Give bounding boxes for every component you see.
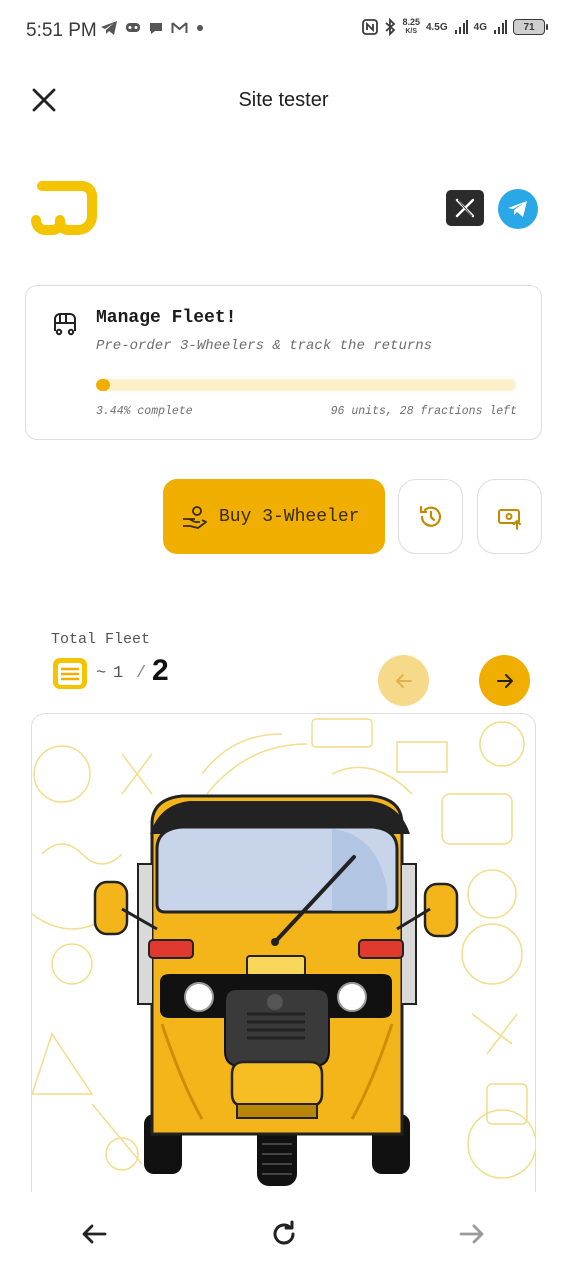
bluetooth-icon [385, 18, 396, 36]
progress-fill [96, 379, 111, 391]
fleet-total: 2 [152, 654, 169, 687]
x-logo-icon [455, 198, 475, 218]
net-speed: 8.25 K/S [402, 18, 420, 36]
net-speed-unit: K/S [405, 28, 418, 35]
fleet-separator: / [136, 664, 147, 683]
app-logo-icon [31, 181, 97, 235]
arrow-left-icon [395, 673, 412, 688]
withdraw-button[interactable] [477, 479, 542, 554]
signal-1-icon [454, 20, 468, 34]
back-arrow-icon[interactable] [78, 1218, 110, 1250]
battery-indicator: 71 [513, 19, 548, 35]
status-right-group: 8.25 K/S 4.5G 4G 71 [362, 18, 548, 36]
three-wheeler-illustration [32, 718, 535, 1186]
more-notifications-dot-icon [197, 25, 203, 31]
arrow-right-icon [496, 673, 513, 688]
next-vehicle-button[interactable] [479, 655, 530, 706]
remaining-text: 96 units, 28 fractions left [330, 405, 517, 418]
progress-text: 3.44% complete [96, 405, 193, 418]
fleet-approx: ~ [96, 664, 107, 683]
telegram-logo-icon [508, 201, 527, 217]
garage-icon [53, 658, 87, 689]
money-upload-icon [497, 508, 521, 530]
status-time: 5:51 PM [26, 20, 97, 41]
signal-2-icon [494, 20, 507, 34]
buy-3-wheeler-button[interactable]: Buy 3-Wheeler [163, 479, 385, 554]
buy-button-label: Buy 3-Wheeler [219, 506, 360, 527]
manage-fleet-card: Manage Fleet! Pre-order 3-Wheelers & tra… [25, 285, 542, 440]
fleet-current-index: 1 [113, 664, 124, 683]
reload-icon[interactable] [268, 1218, 300, 1250]
history-icon [419, 505, 441, 527]
vehicle-icon [54, 313, 76, 336]
network-type-2: 4G [473, 21, 487, 33]
previous-vehicle-button[interactable] [378, 655, 429, 706]
card-title: Manage Fleet! [96, 308, 237, 328]
hand-coin-icon [183, 505, 207, 529]
chat-notification-icon [150, 23, 162, 34]
battery-level: 71 [523, 21, 535, 33]
progress-bar [96, 379, 516, 391]
card-subtitle: Pre-order 3-Wheelers & track the returns [96, 338, 433, 354]
history-button[interactable] [398, 479, 463, 554]
nfc-icon [362, 19, 379, 35]
x-social-button[interactable] [446, 190, 484, 226]
net-speed-value: 8.25 [402, 17, 420, 27]
telegram-notification-icon [101, 21, 117, 35]
vehicle-image-frame [31, 713, 536, 1193]
forward-arrow-icon[interactable] [456, 1218, 488, 1250]
telegram-social-button[interactable] [498, 189, 538, 229]
total-fleet-label: Total Fleet [51, 631, 151, 648]
network-type-1: 4.5G [425, 21, 448, 33]
status-notification-icons [100, 20, 205, 36]
page-title: Site tester [238, 89, 329, 111]
game-notification-icon [126, 23, 140, 32]
gmail-notification-icon [171, 22, 188, 33]
